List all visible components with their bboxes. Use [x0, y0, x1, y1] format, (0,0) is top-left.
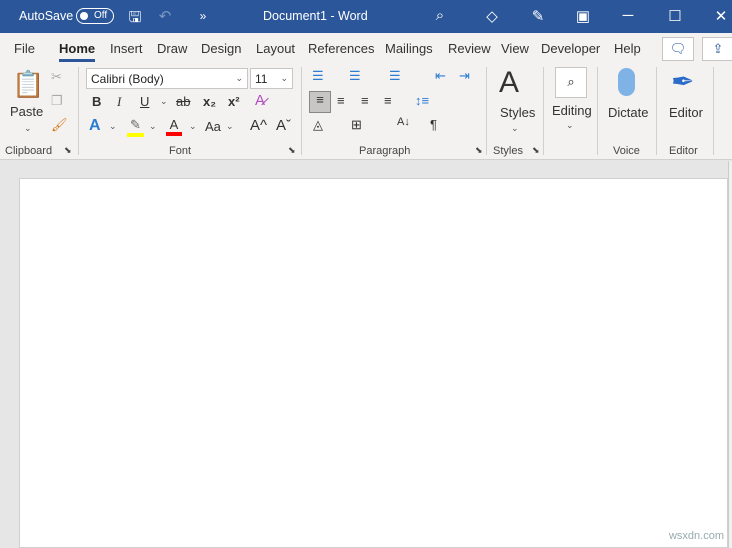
font-color-icon[interactable]: A [166, 117, 182, 136]
clipboard-group-label: Clipboard [5, 145, 53, 157]
tab-insert[interactable]: Insert [110, 41, 143, 56]
voice-group-label: Voice [613, 145, 640, 157]
close-icon[interactable]: ✕ [711, 7, 731, 25]
maximize-icon[interactable]: ☐ [665, 7, 685, 25]
align-right-button[interactable]: ≡ [361, 93, 369, 108]
line-spacing-icon[interactable]: ↕≡ [415, 93, 429, 108]
grow-font-button[interactable]: A^ [250, 117, 267, 134]
editor-button[interactable]: Editor [669, 105, 703, 120]
document-page[interactable] [19, 178, 728, 548]
paste-button[interactable]: Paste [10, 104, 43, 119]
multilevel-list-icon[interactable]: ☰ [389, 68, 401, 84]
font-name-value: Calibri (Body) [91, 72, 164, 86]
minimize-icon[interactable]: ─ [618, 7, 638, 24]
vertical-scrollbar[interactable] [728, 161, 732, 548]
copy-icon[interactable]: ❐ [51, 93, 63, 109]
tab-design[interactable]: Design [201, 41, 241, 56]
font-group-label: Font [169, 145, 192, 157]
editor-group-label: Editor [669, 145, 698, 157]
paragraph-group-label: Paragraph [359, 145, 411, 157]
title-bar: AutoSave Off 🖫 ↶ » Document1 - Word ⌕ ◇ … [0, 0, 732, 33]
styles-group-label: Styles [493, 145, 523, 157]
undo-icon[interactable]: ↶ [155, 7, 175, 25]
shrink-font-button[interactable]: Aˇ [276, 117, 291, 134]
paragraph-launcher-icon[interactable]: ⬊ [475, 145, 483, 156]
ribbon-display-icon[interactable]: ▣ [573, 7, 593, 25]
font-size-value: 11 [255, 72, 268, 86]
shading-icon[interactable]: ◬ [313, 117, 323, 133]
bold-button[interactable]: B [92, 94, 101, 109]
tab-developer[interactable]: Developer [541, 41, 600, 56]
align-center-button[interactable]: ≡ [337, 93, 345, 108]
borders-icon[interactable]: ⊞ [351, 117, 362, 133]
tab-view[interactable]: View [501, 41, 529, 56]
underline-button[interactable]: U [140, 94, 149, 109]
format-painter-icon[interactable]: 🖌 [51, 117, 68, 133]
clear-formatting-icon[interactable]: A̷ [255, 92, 265, 109]
autosave-label: AutoSave [19, 9, 74, 23]
autosave-toggle[interactable]: Off [76, 8, 114, 24]
save-icon[interactable]: 🖫 [125, 7, 145, 32]
superscript-button[interactable]: x² [228, 94, 240, 109]
decrease-indent-icon[interactable]: ⇤ [435, 68, 446, 84]
search-icon[interactable]: ⌕ [430, 7, 450, 24]
styles-button[interactable]: Styles [500, 105, 535, 120]
styles-launcher-icon[interactable]: ⬊ [532, 145, 540, 156]
watermark: wsxdn.com [668, 530, 724, 542]
tab-references[interactable]: References [308, 41, 374, 56]
clipboard-launcher-icon[interactable]: ⬊ [64, 145, 72, 156]
tab-mailings[interactable]: Mailings [385, 41, 433, 56]
ribbon-tabs: File Home Insert Draw Design Layout Refe… [0, 33, 732, 63]
dictate-button[interactable]: Dictate [608, 105, 648, 120]
share-button[interactable]: ⇪ [702, 37, 732, 61]
tab-draw[interactable]: Draw [157, 41, 187, 56]
editing-button[interactable]: Editing [552, 103, 592, 118]
change-case-button[interactable]: Aa [205, 119, 221, 134]
tab-help[interactable]: Help [614, 41, 641, 56]
sort-icon[interactable]: A↓ [397, 116, 410, 128]
diamond-icon[interactable]: ◇ [482, 7, 502, 25]
autosave-state: Off [94, 10, 108, 21]
ribbon: 📋 Paste ⌄ ✂ ❐ 🖌 Clipboard ⬊ Calibri (Bod… [0, 63, 732, 160]
tab-layout[interactable]: Layout [256, 41, 295, 56]
font-size-dropdown[interactable]: 11 ⌄ [250, 68, 293, 89]
cut-icon[interactable]: ✂ [51, 69, 62, 85]
align-left-button[interactable]: ≡ [309, 91, 331, 113]
microphone-icon[interactable] [618, 68, 635, 96]
find-icon[interactable]: ⌕ [555, 67, 587, 98]
italic-button[interactable]: I [117, 94, 121, 110]
styles-icon[interactable]: A [499, 66, 519, 100]
paste-chevron-icon[interactable]: ⌄ [24, 123, 32, 134]
tab-home[interactable]: Home [59, 41, 96, 62]
comments-button[interactable]: 🗨 [662, 37, 694, 61]
more-commands-icon[interactable]: » [193, 9, 213, 23]
font-name-dropdown[interactable]: Calibri (Body) ⌄ [86, 68, 248, 89]
tab-review[interactable]: Review [448, 41, 491, 56]
numbering-icon[interactable]: ☰ [349, 68, 361, 84]
paste-icon[interactable]: 📋 [12, 69, 44, 101]
font-launcher-icon[interactable]: ⬊ [288, 145, 296, 156]
document-title: Document1 - Word [263, 9, 368, 23]
editor-pen-icon[interactable]: ✒ [671, 65, 694, 98]
strikethrough-button[interactable]: ab [176, 94, 190, 109]
subscript-button[interactable]: x₂ [203, 94, 216, 109]
bullets-icon[interactable]: ☰ [312, 68, 324, 84]
pilcrow-button[interactable]: ¶ [430, 117, 437, 132]
highlight-icon[interactable]: ✎ [127, 117, 144, 137]
text-effects-icon[interactable]: A [89, 117, 101, 135]
increase-indent-icon[interactable]: ⇥ [459, 68, 470, 84]
justify-button[interactable]: ≡ [384, 93, 392, 108]
wand-icon[interactable]: ✎ [528, 7, 548, 25]
tab-file[interactable]: File [14, 41, 35, 56]
